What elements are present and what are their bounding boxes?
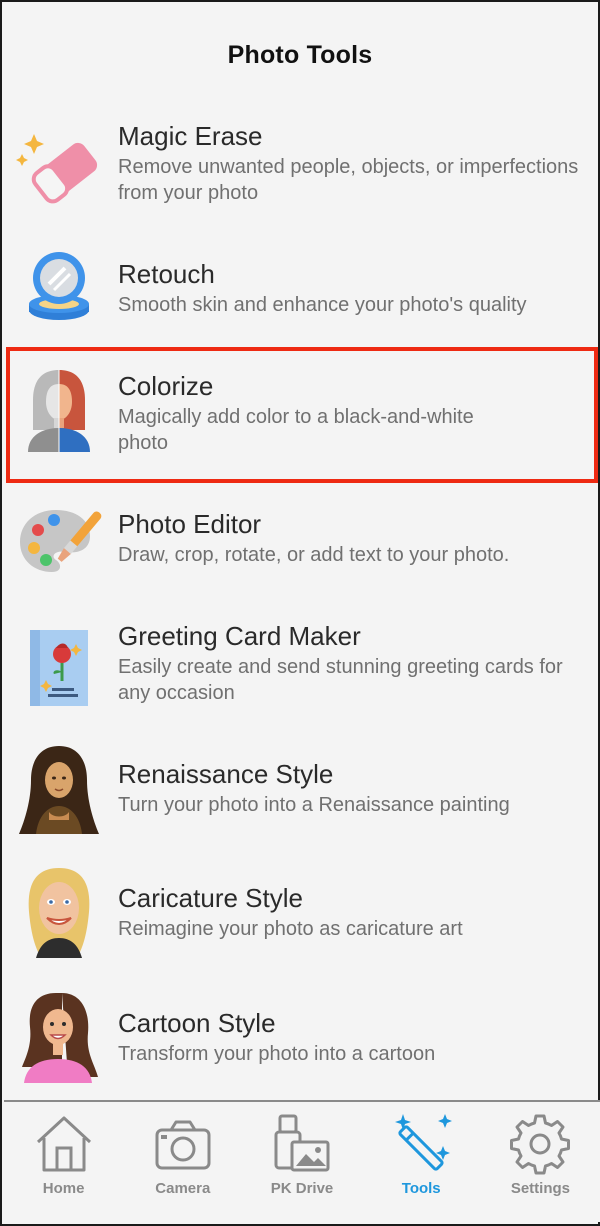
- paint-palette-icon: [16, 500, 102, 586]
- tab-home[interactable]: Home: [4, 1102, 123, 1222]
- tool-title: Caricature Style: [118, 883, 303, 913]
- selection-highlight: [6, 347, 598, 483]
- compact-mirror-icon: [16, 248, 102, 334]
- tool-greeting-card-maker[interactable]: Greeting Card Maker Easily create and se…: [2, 620, 598, 720]
- tool-description: Transform your photo into a cartoon: [118, 1043, 436, 1065]
- cartoon-portrait-icon: [16, 991, 102, 1083]
- tool-renaissance-style[interactable]: Renaissance Style Turn your photo into a…: [2, 746, 598, 838]
- app-screen: Photo Tools Magic Erase Remove unwanted …: [0, 0, 600, 1226]
- tool-title: Magic Erase: [118, 121, 263, 151]
- tool-description: Smooth skin and enhance your photo's qua…: [118, 294, 527, 316]
- tool-description: Turn your photo into a Renaissance paint…: [118, 794, 510, 816]
- tab-label: Settings: [510, 1180, 570, 1197]
- tool-description: Remove unwanted people, objects, or impe…: [118, 156, 579, 204]
- tool-cartoon-style[interactable]: Cartoon Style Transform your photo into …: [2, 993, 598, 1087]
- tool-description: Draw, crop, rotate, or add text to your …: [118, 544, 510, 566]
- tool-description: Easily create and send stunning greeting…: [118, 656, 563, 704]
- tool-title: Renaissance Style: [118, 759, 334, 789]
- header: Photo Tools: [2, 2, 598, 108]
- caricature-portrait-icon: [16, 866, 102, 958]
- camera-icon: [155, 1120, 211, 1170]
- tool-title: Retouch: [118, 259, 215, 289]
- tab-pk-drive[interactable]: PK Drive: [242, 1102, 361, 1222]
- drive-icon: [274, 1114, 330, 1172]
- tab-camera[interactable]: Camera: [123, 1102, 242, 1222]
- tool-magic-erase[interactable]: Magic Erase Remove unwanted people, obje…: [2, 120, 598, 220]
- tab-label: PK Drive: [270, 1180, 334, 1197]
- page-title: Photo Tools: [227, 40, 373, 69]
- tab-label: Camera: [155, 1180, 211, 1197]
- greeting-card-icon: [16, 624, 102, 710]
- tool-title: Photo Editor: [118, 509, 262, 539]
- eraser-icon: [16, 124, 102, 210]
- tool-title: Cartoon Style: [118, 1008, 276, 1038]
- tab-label: Home: [42, 1180, 85, 1197]
- tab-bar: Home Camera PK Drive Tools Settings: [4, 1100, 600, 1222]
- tab-tools[interactable]: Tools: [362, 1102, 481, 1222]
- home-icon: [36, 1116, 91, 1172]
- tool-title: Greeting Card Maker: [118, 621, 361, 651]
- tab-label: Tools: [401, 1180, 441, 1197]
- renaissance-portrait-icon: [16, 742, 102, 834]
- tool-description: Reimagine your photo as caricature art: [118, 918, 463, 940]
- tab-settings[interactable]: Settings: [481, 1102, 600, 1222]
- tool-retouch[interactable]: Retouch Smooth skin and enhance your pho…: [2, 252, 598, 338]
- tool-photo-editor[interactable]: Photo Editor Draw, crop, rotate, or add …: [2, 508, 598, 588]
- gear-icon: [510, 1114, 571, 1175]
- tool-caricature-style[interactable]: Caricature Style Reimagine your photo as…: [2, 868, 598, 962]
- magic-wand-icon: [395, 1114, 453, 1171]
